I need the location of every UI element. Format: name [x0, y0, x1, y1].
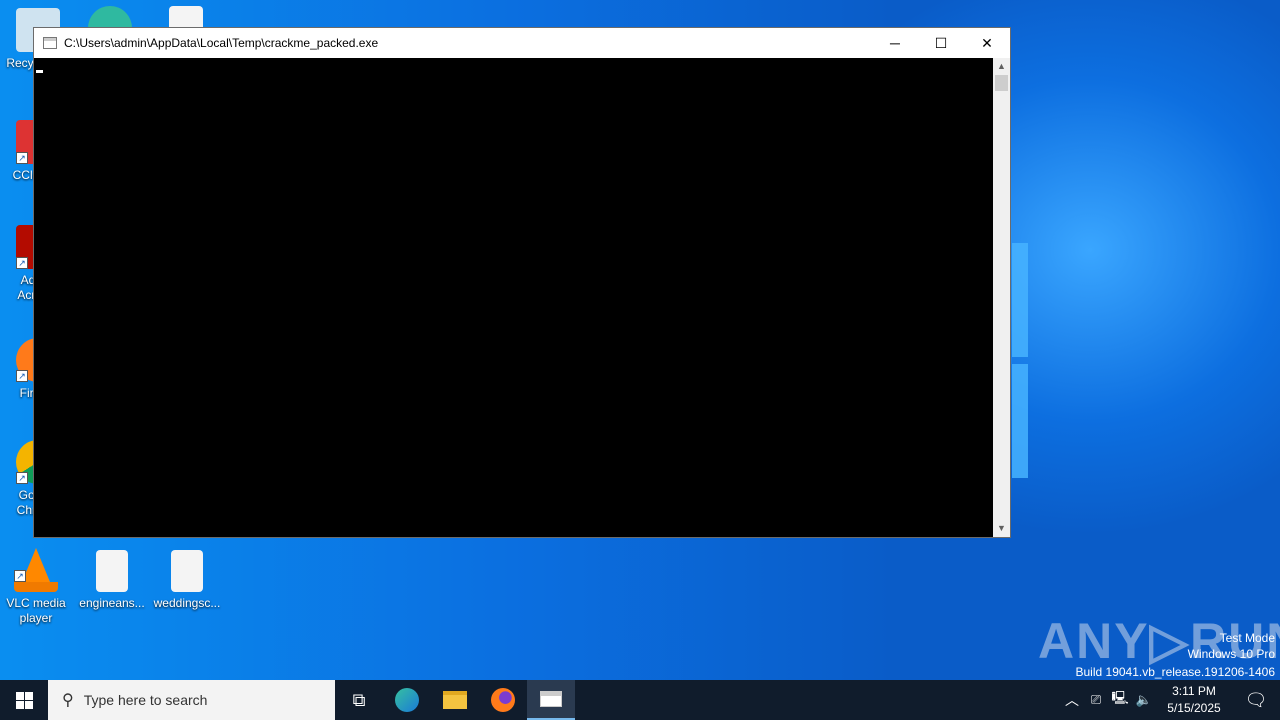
taskbar: ⚲ Type here to search ⧉ ︿ ⎚ 🖳 🔈 3:11 PM 5/… [0, 680, 1280, 720]
text-cursor [36, 70, 43, 73]
console-window: C:\Users\admin\AppData\Local\Temp\crackm… [33, 27, 1011, 538]
firefox-icon [491, 688, 515, 712]
notifications-icon[interactable]: 🗨 [1232, 690, 1280, 711]
clock-date: 5/15/2025 [1167, 701, 1221, 715]
title-bar[interactable]: C:\Users\admin\AppData\Local\Temp\crackm… [34, 28, 1010, 58]
console-icon [540, 691, 562, 707]
windows-edition-text: Windows 10 Pro [1187, 647, 1275, 661]
image-file-icon [96, 550, 128, 592]
start-button[interactable] [0, 680, 48, 720]
vertical-scrollbar[interactable]: ▲ ▼ [993, 58, 1010, 537]
window-title: C:\Users\admin\AppData\Local\Temp\crackm… [64, 36, 379, 50]
clock-time: 3:11 PM [1172, 684, 1216, 698]
desktop-icon-vlc[interactable]: ↗ VLC media player [0, 548, 74, 626]
scrollbar-thumb[interactable] [995, 75, 1008, 91]
network-icon[interactable]: 🖳 [1108, 689, 1132, 711]
folder-icon [443, 691, 467, 709]
desktop-icon-engineans[interactable]: engineans... [74, 550, 150, 611]
windows-start-icon [15, 691, 33, 709]
taskbar-file-explorer[interactable] [431, 680, 479, 720]
scroll-down-arrow-icon[interactable]: ▼ [993, 520, 1010, 537]
taskbar-firefox[interactable] [479, 680, 527, 720]
image-file-icon [171, 550, 203, 592]
maximize-button[interactable]: ☐ [918, 28, 964, 58]
test-mode-text: Test Mode [1219, 631, 1275, 645]
edge-icon [395, 688, 419, 712]
build-text: Build 19041.vb_release.191206-1406 [1075, 665, 1276, 679]
taskbar-search-box[interactable]: ⚲ Type here to search [48, 680, 335, 720]
windows-logo-pane [1012, 364, 1028, 478]
task-view-icon: ⧉ [352, 689, 366, 710]
scroll-up-arrow-icon[interactable]: ▲ [993, 58, 1010, 75]
console-app-icon [43, 37, 57, 49]
volume-icon[interactable]: 🔈 [1132, 692, 1156, 708]
vlc-icon: ↗ [14, 548, 58, 592]
task-view-button[interactable]: ⧉ [335, 680, 383, 720]
console-output[interactable] [34, 58, 994, 537]
search-icon: ⚲ [62, 692, 74, 709]
windows-logo-pane [1012, 243, 1028, 357]
show-hidden-icons-chevron-icon[interactable]: ︿ [1060, 690, 1084, 710]
desktop-icon-weddingsc[interactable]: weddingsc... [149, 550, 225, 611]
close-button[interactable]: ✕ [964, 28, 1010, 58]
minimize-button[interactable]: ─ [872, 28, 918, 58]
search-placeholder: Type here to search [83, 692, 208, 708]
taskbar-edge[interactable] [383, 680, 431, 720]
meet-now-icon[interactable]: ⎚ [1084, 692, 1108, 708]
clock[interactable]: 3:11 PM 5/15/2025 [1156, 683, 1232, 717]
taskbar-console-active[interactable] [527, 680, 575, 720]
